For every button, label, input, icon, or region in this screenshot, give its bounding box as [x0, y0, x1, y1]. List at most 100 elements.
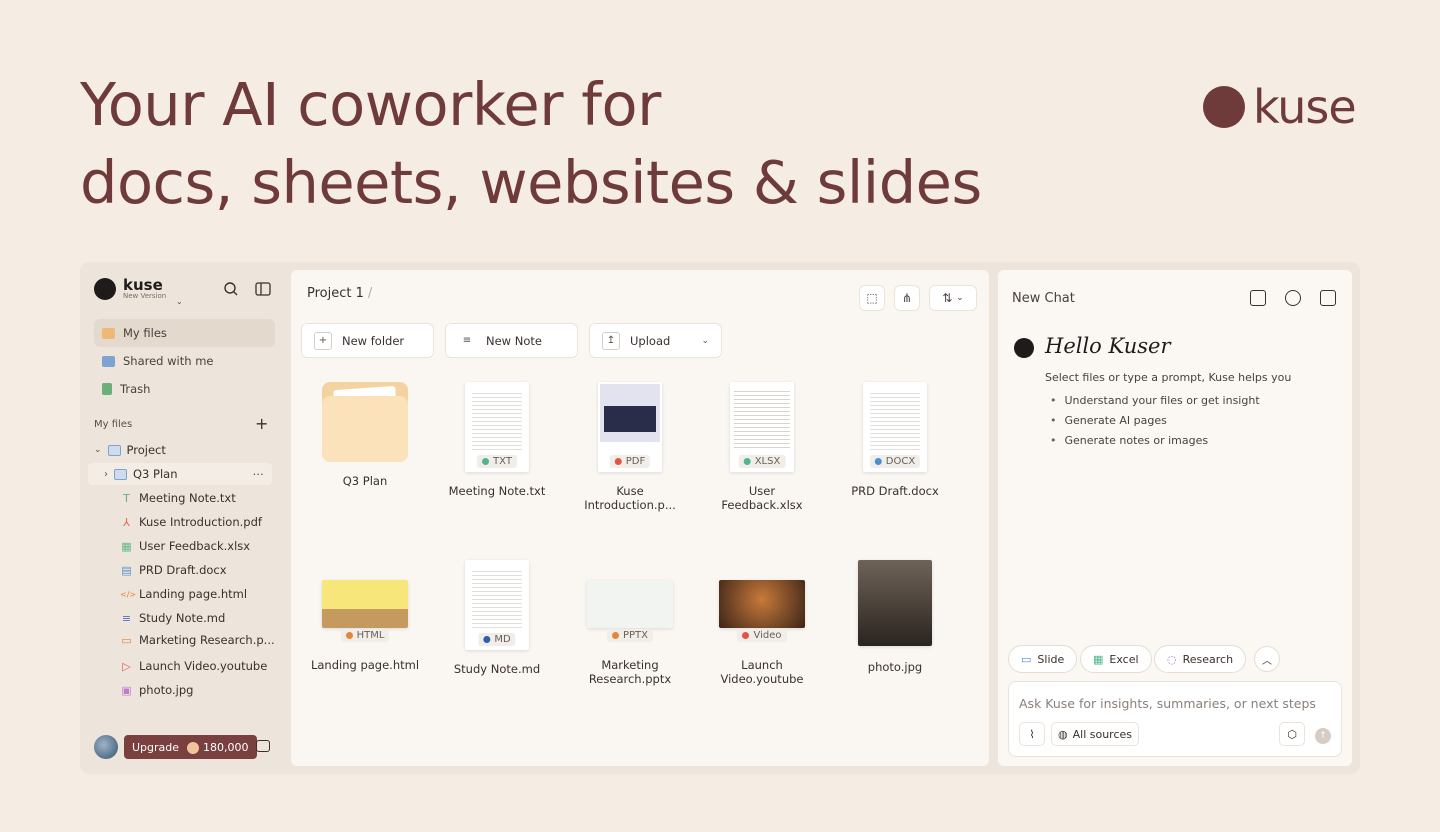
photo-thumbnail [858, 560, 932, 646]
tree-file[interactable]: ▦ User Feedback.xlsx [120, 535, 250, 557]
tree-file[interactable]: ▭ Marketing Research.p... [120, 629, 275, 651]
tree-label: Kuse Introduction.pdf [139, 515, 262, 529]
tree-file[interactable]: ⅄ Kuse Introduction.pdf [120, 511, 262, 533]
file-tile-folder[interactable]: Q3 Plan [310, 382, 420, 488]
file-tile[interactable]: HTML Landing page.html [310, 560, 420, 672]
add-file-button[interactable]: + [255, 414, 268, 433]
history-icon[interactable] [1285, 290, 1301, 306]
html-file-icon: </> [120, 589, 137, 599]
tree-label: Landing page.html [139, 587, 248, 601]
tile-name: PRD Draft.docx [851, 484, 939, 498]
globe-icon: ◍ [1058, 727, 1068, 741]
research-chip[interactable]: ◌ Research [1154, 645, 1247, 673]
sort-icon: ⇅ [942, 291, 953, 305]
app-window: kuse New Version ⌄ My files Shared with … [80, 262, 1360, 774]
brand-name: kuse [1253, 80, 1357, 134]
tree-label: Q3 Plan [133, 467, 178, 481]
tile-name: Kuse Introduction.p... [584, 484, 676, 512]
type-badge: Video [737, 629, 787, 642]
tree-file[interactable]: ▷ Launch Video.youtube [120, 655, 267, 677]
list-item: Generate notes or images [1050, 431, 1260, 451]
avatar[interactable] [94, 735, 118, 759]
breadcrumb-project[interactable]: Project 1 [307, 286, 364, 301]
tree-item-project[interactable]: ⌄ Project [94, 439, 166, 461]
nav-trash[interactable]: Trash [94, 375, 275, 403]
file-tile[interactable]: TXT Meeting Note.txt [442, 382, 552, 498]
chevron-up-icon[interactable]: ︿ [1254, 646, 1280, 672]
select-icon[interactable]: ⬚ [859, 285, 885, 311]
type-badge: XLSX [738, 455, 786, 468]
slides-file-icon: ▭ [121, 633, 132, 647]
file-tile[interactable]: PPTX Marketing Research.pptx [575, 560, 685, 686]
tree-label: Study Note.md [139, 611, 226, 625]
sort-button[interactable]: ⇅ ⌄ [929, 285, 977, 311]
tile-name: Landing page.html [310, 658, 420, 672]
upload-button[interactable]: ↥ Upload ⌄ [589, 323, 722, 358]
sources-button[interactable]: ◍ All sources [1051, 722, 1140, 746]
tile-name: Marketing Research.pptx [588, 658, 672, 686]
chevron-right-icon[interactable]: › [104, 469, 108, 480]
chevron-down-icon[interactable]: ⌄ [94, 445, 102, 455]
more-icon[interactable]: ⋯ [253, 467, 265, 481]
text-file-icon: T [123, 491, 130, 505]
upgrade-button[interactable]: Upgrade 180,000 [124, 735, 257, 759]
file-tile[interactable]: DOCX PRD Draft.docx [840, 382, 950, 498]
sidebar-footer: Upgrade 180,000 [94, 735, 257, 759]
nav-shared-with-me[interactable]: Shared with me [94, 347, 275, 375]
tree-file[interactable]: </> Landing page.html [120, 583, 247, 605]
chevron-down-icon[interactable]: ⌄ [176, 297, 183, 306]
tree-label: Meeting Note.txt [139, 491, 236, 505]
tree-label: Marketing Research.p... [139, 633, 275, 647]
tree-file[interactable]: ≡ Study Note.md [120, 607, 225, 629]
tree-item-q3-plan[interactable]: › Q3 Plan ⋯ [88, 463, 272, 485]
tree-file[interactable]: ▣ photo.jpg [120, 679, 193, 701]
new-folder-button[interactable]: + New folder [301, 323, 434, 358]
share-icon[interactable]: ⋔ [894, 285, 920, 311]
chat-input-box[interactable]: Ask Kuse for insights, summaries, or nex… [1008, 681, 1342, 757]
model-icon[interactable]: ⬡ [1279, 722, 1305, 746]
new-note-button[interactable]: ≡ New Note [445, 323, 578, 358]
file-thumbnail [322, 580, 408, 628]
credits-value: 180,000 [203, 740, 249, 754]
nav-my-files[interactable]: My files [94, 319, 275, 347]
list-item: Understand your files or get insight [1050, 391, 1260, 411]
chat-panel: New Chat Hello Kuser Select files or typ… [998, 270, 1352, 766]
tree-file[interactable]: T Meeting Note.txt [120, 487, 236, 509]
file-tile[interactable]: PDF Kuse Introduction.p... [575, 382, 685, 512]
chat-input[interactable]: Ask Kuse for insights, summaries, or nex… [1019, 696, 1316, 711]
section-label-my-files: My files [94, 419, 133, 430]
new-folder-icon: + [314, 331, 332, 350]
tree-file[interactable]: ▤ PRD Draft.docx [120, 559, 226, 581]
new-chat-icon[interactable] [1250, 290, 1266, 306]
feedback-icon[interactable] [256, 740, 270, 752]
attach-icon[interactable]: ⌇ [1019, 722, 1045, 746]
slide-chip[interactable]: ▭ Slide [1008, 645, 1078, 673]
tile-name: photo.jpg [867, 660, 923, 674]
file-tile[interactable]: MD Study Note.md [442, 560, 552, 676]
doc-file-icon: ▤ [121, 563, 132, 577]
markdown-file-icon: ≡ [121, 611, 132, 625]
workspace-switcher[interactable]: kuse New Version [94, 278, 166, 300]
file-tile[interactable]: photo.jpg [840, 560, 950, 674]
file-tile[interactable]: Video Launch Video.youtube [707, 560, 817, 686]
slide-icon: ▭ [1021, 652, 1032, 666]
breadcrumb: Project 1/ [307, 286, 372, 301]
excel-chip[interactable]: ▦ Excel [1080, 645, 1152, 673]
tile-name: Launch Video.youtube [720, 658, 804, 686]
sidebar: kuse New Version ⌄ My files Shared with … [80, 262, 290, 774]
sidebar-toggle-icon[interactable] [254, 280, 272, 298]
brand-dot-icon [1203, 86, 1245, 128]
file-browser: Project 1/ ⬚ ⋔ ⇅ ⌄ + New folder ≡ New No… [291, 270, 989, 766]
search-icon[interactable] [222, 280, 240, 298]
file-tile[interactable]: XLSX User Feedback.xlsx [707, 382, 817, 512]
greeting: Hello Kuser [1045, 334, 1171, 358]
tree-label: Launch Video.youtube [139, 659, 268, 673]
new-note-label: New Note [486, 333, 542, 348]
file-thumbnail [587, 580, 673, 628]
type-badge: HTML [340, 629, 390, 642]
send-icon[interactable]: ↑ [1315, 728, 1331, 744]
panel-toggle-icon[interactable] [1320, 290, 1336, 306]
kuse-avatar-icon [1014, 338, 1034, 358]
capability-list: Understand your files or get insight Gen… [1050, 391, 1260, 451]
chevron-down-icon: ⌄ [956, 293, 964, 303]
